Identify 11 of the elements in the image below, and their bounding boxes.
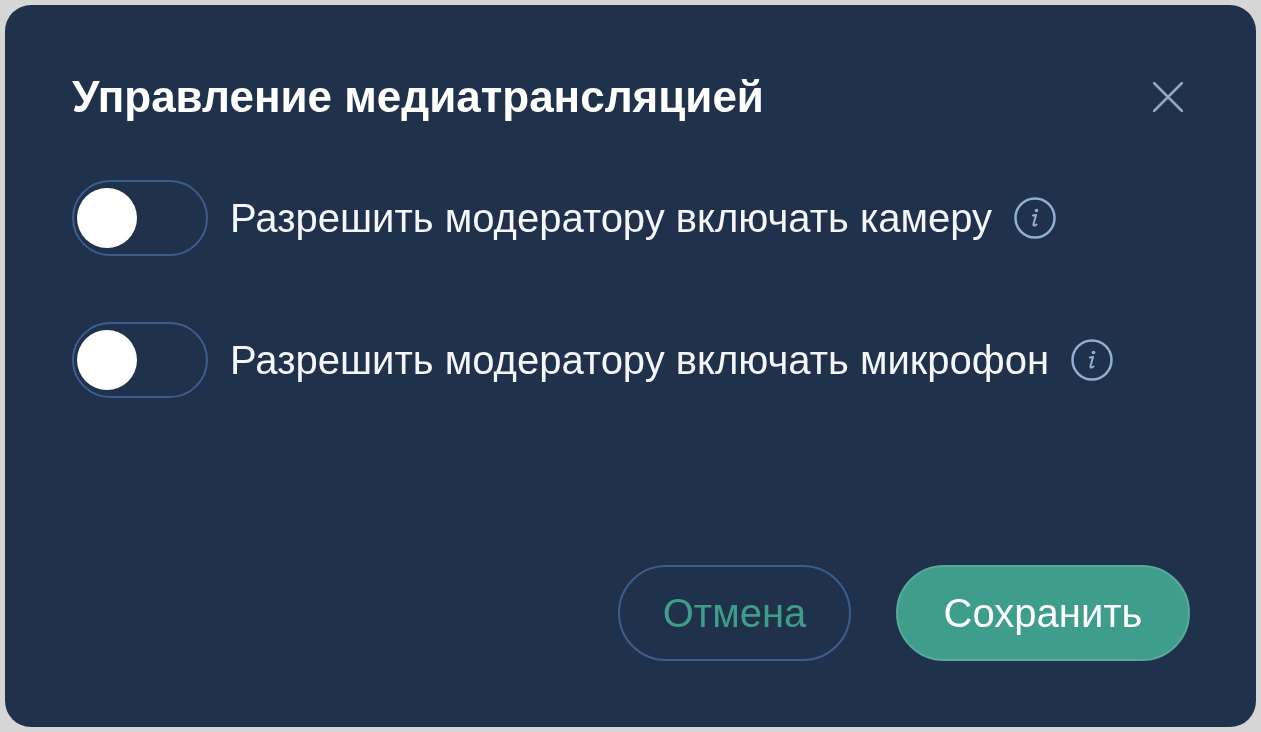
option-label: Разрешить модератору включать камеру: [230, 198, 993, 238]
save-button[interactable]: Сохранить: [896, 565, 1190, 661]
close-icon: [1153, 82, 1183, 112]
toggle-switch[interactable]: [72, 180, 208, 256]
close-button[interactable]: [1153, 82, 1183, 112]
dialog-title: Управление медиатрансляцией: [72, 75, 764, 119]
info-icon[interactable]: [1014, 197, 1057, 239]
toggle-switch[interactable]: [72, 322, 208, 398]
info-icon[interactable]: [1071, 339, 1113, 381]
option-label: Разрешить модератору включать микрофон: [230, 340, 1049, 380]
cancel-button[interactable]: Отмена: [618, 565, 851, 661]
